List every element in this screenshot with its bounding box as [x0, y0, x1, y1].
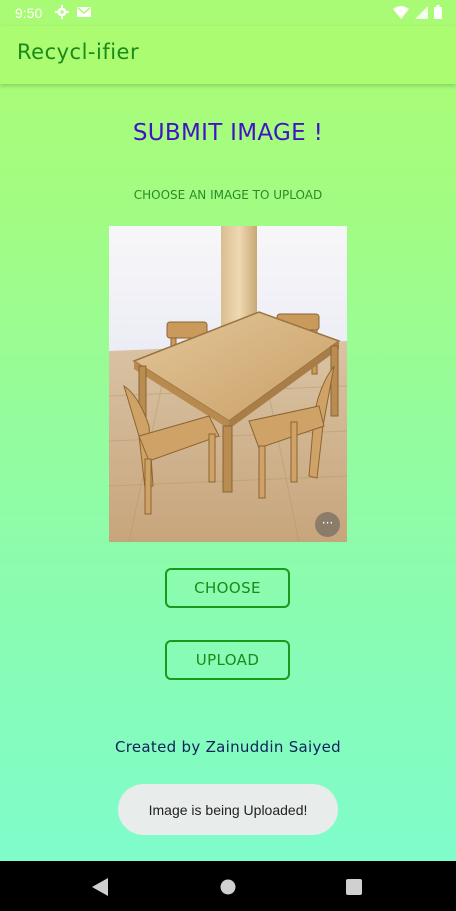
home-icon[interactable]	[220, 879, 236, 895]
app-title: Recycl-ifier	[17, 40, 140, 64]
recents-icon[interactable]	[346, 879, 362, 895]
status-left-icons	[55, 5, 91, 19]
upload-button[interactable]: UPLOAD	[165, 640, 290, 680]
page-subtitle: CHOOSE AN IMAGE TO UPLOAD	[133, 188, 323, 202]
choose-button[interactable]: CHOOSE	[165, 568, 290, 608]
more-options-button[interactable]: ···	[315, 512, 340, 537]
signal-icon	[415, 5, 428, 19]
navigation-bar	[0, 861, 456, 911]
selected-image-preview[interactable]: ···	[109, 226, 347, 542]
mail-icon	[77, 7, 91, 17]
battery-icon	[434, 5, 442, 19]
settings-icon	[55, 5, 69, 19]
status-right-icons	[393, 5, 442, 19]
toast-message: Image is being Uploaded!	[118, 784, 338, 835]
author-credit: Created by Zainuddin Saiyed	[114, 738, 342, 756]
app-bar: Recycl-ifier	[0, 26, 456, 84]
table-chairs-image	[109, 226, 347, 542]
page-title: SUBMIT IMAGE !	[132, 120, 324, 146]
status-time: 9:50	[15, 5, 43, 21]
back-icon[interactable]	[92, 878, 108, 896]
status-bar: 9:50	[0, 0, 456, 26]
wifi-icon	[393, 5, 409, 19]
